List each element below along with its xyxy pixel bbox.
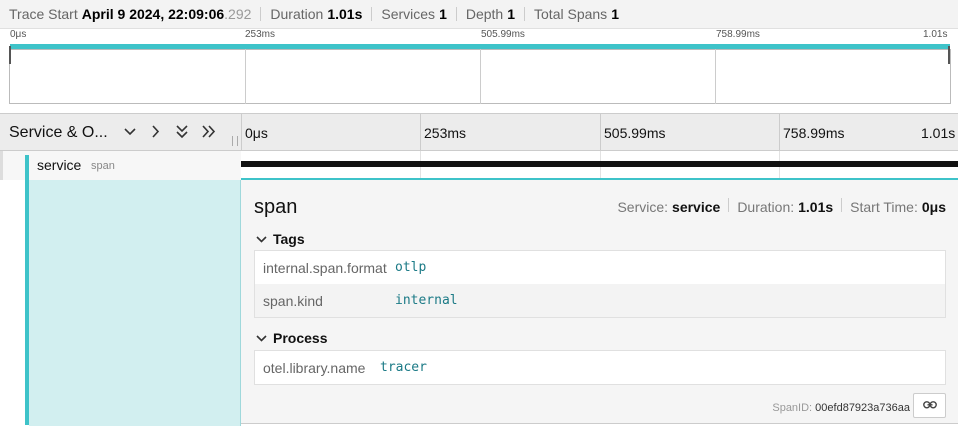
divider bbox=[371, 7, 373, 21]
service-label: Service: bbox=[617, 199, 669, 215]
tags-table: internal.span.format otlp span.kind inte… bbox=[254, 250, 946, 318]
minimap-gridline bbox=[715, 49, 716, 104]
span-detail-title: span bbox=[254, 196, 298, 218]
trace-start-label: Trace Start bbox=[9, 6, 78, 22]
timeline-header: Service & O... 0μs 253ms 505.99ms 758.99… bbox=[0, 113, 958, 151]
process-section-toggle[interactable]: Process bbox=[256, 330, 327, 346]
timeline-gridline bbox=[241, 114, 242, 151]
span-detail-meta: Service: service Duration: 1.01s Start T… bbox=[617, 198, 946, 215]
divider bbox=[728, 198, 730, 212]
depth-value: 1 bbox=[507, 6, 516, 22]
divider bbox=[241, 423, 958, 424]
timeline-gridline bbox=[600, 114, 601, 151]
tags-section-toggle[interactable]: Tags bbox=[256, 231, 305, 247]
divider bbox=[524, 7, 526, 21]
chevron-down-icon[interactable] bbox=[123, 122, 137, 142]
tag-key: internal.span.format bbox=[263, 259, 387, 276]
duration-stat: Duration 1.01s bbox=[270, 6, 362, 22]
timeline-tick: 253ms bbox=[424, 125, 467, 141]
minimap-right-handle[interactable] bbox=[948, 46, 950, 64]
process-table: otel.library.name tracer bbox=[254, 350, 946, 385]
service-value: service bbox=[672, 199, 721, 215]
divider bbox=[455, 7, 457, 21]
copy-link-button[interactable] bbox=[913, 393, 946, 418]
table-row: internal.span.format otlp bbox=[255, 251, 945, 284]
span-service-name[interactable]: service bbox=[37, 157, 81, 173]
span-id-value: 00efd87923a736aa bbox=[815, 402, 910, 414]
column-resizer[interactable] bbox=[232, 136, 238, 146]
process-section-title: Process bbox=[273, 330, 328, 346]
table-row: span.kind internal bbox=[255, 284, 945, 317]
tags-section-title: Tags bbox=[273, 231, 305, 247]
process-key: otel.library.name bbox=[263, 359, 366, 376]
timeline-gridline bbox=[779, 114, 780, 151]
minimap-gridline bbox=[245, 49, 246, 104]
double-chevron-down-icon[interactable] bbox=[175, 122, 189, 142]
start-time-value: 0μs bbox=[921, 199, 946, 215]
span-operation-name: span bbox=[91, 160, 115, 172]
span-accent-bar bbox=[25, 155, 29, 425]
double-chevron-right-icon[interactable] bbox=[201, 122, 217, 142]
table-row: otel.library.name tracer bbox=[255, 351, 945, 384]
total-spans-label: Total Spans bbox=[534, 6, 608, 22]
duration-value: 1.01s bbox=[327, 6, 363, 22]
divider bbox=[260, 7, 262, 21]
tag-value: otlp bbox=[395, 260, 427, 275]
row-indent-guide bbox=[0, 151, 3, 180]
total-spans-stat: Total Spans 1 bbox=[534, 6, 619, 22]
services-value: 1 bbox=[439, 6, 447, 22]
minimap-gridline bbox=[480, 49, 481, 104]
chevron-right-icon[interactable] bbox=[150, 122, 162, 142]
timeline-tick: 505.99ms bbox=[604, 125, 666, 141]
trace-start-stat: Trace Start April 9 2024, 22:09:06.292 bbox=[9, 6, 251, 22]
tag-key: span.kind bbox=[263, 292, 323, 309]
trace-start-value: April 9 2024, 22:09:06 bbox=[81, 6, 225, 22]
minimap-tick: 253ms bbox=[245, 29, 276, 40]
tag-value: internal bbox=[395, 293, 458, 308]
duration-label: Duration: bbox=[737, 199, 795, 215]
services-label: Services bbox=[381, 6, 436, 22]
timeline-tick: 0μs bbox=[245, 125, 268, 141]
timeline-tick: 1.01s bbox=[921, 125, 956, 141]
duration-label: Duration bbox=[270, 6, 324, 22]
divider bbox=[841, 198, 843, 212]
trace-stats-bar: Trace Start April 9 2024, 22:09:06.292 D… bbox=[0, 0, 958, 29]
minimap-tick: 758.99ms bbox=[716, 29, 760, 40]
minimap-tick: 1.01s bbox=[923, 29, 948, 40]
span-id-label: SpanID: bbox=[772, 402, 813, 414]
span-row-name-cell[interactable]: service span bbox=[0, 151, 241, 180]
minimap-tick: 0μs bbox=[10, 29, 27, 40]
selected-span-fill bbox=[29, 180, 241, 426]
span-detail-panel: span Service: service Duration: 1.01s St… bbox=[241, 180, 958, 423]
process-value: tracer bbox=[380, 360, 427, 375]
chevron-down-icon bbox=[256, 330, 267, 346]
service-operation-column-title: Service & O... bbox=[9, 124, 108, 141]
minimap-tick: 505.99ms bbox=[481, 29, 525, 40]
minimap-ticks: 0μs 253ms 505.99ms 758.99ms 1.01s bbox=[0, 29, 958, 43]
timeline-gridline bbox=[420, 114, 421, 151]
span-duration-bar[interactable] bbox=[241, 161, 958, 167]
trace-start-ms: .292 bbox=[224, 6, 252, 22]
total-spans-value: 1 bbox=[611, 6, 619, 22]
timeline-tick: 758.99ms bbox=[783, 125, 845, 141]
trace-minimap[interactable]: 0μs 253ms 505.99ms 758.99ms 1.01s bbox=[0, 29, 958, 113]
duration-value: 1.01s bbox=[798, 199, 834, 215]
services-stat: Services 1 bbox=[381, 6, 446, 22]
depth-label: Depth bbox=[465, 6, 504, 22]
depth-stat: Depth 1 bbox=[466, 6, 515, 22]
minimap-left-handle[interactable] bbox=[9, 46, 11, 64]
link-icon bbox=[922, 397, 937, 415]
start-time-label: Start Time: bbox=[850, 199, 918, 215]
chevron-down-icon bbox=[256, 231, 267, 247]
span-id: SpanID: 00efd87923a736aa bbox=[772, 402, 910, 414]
